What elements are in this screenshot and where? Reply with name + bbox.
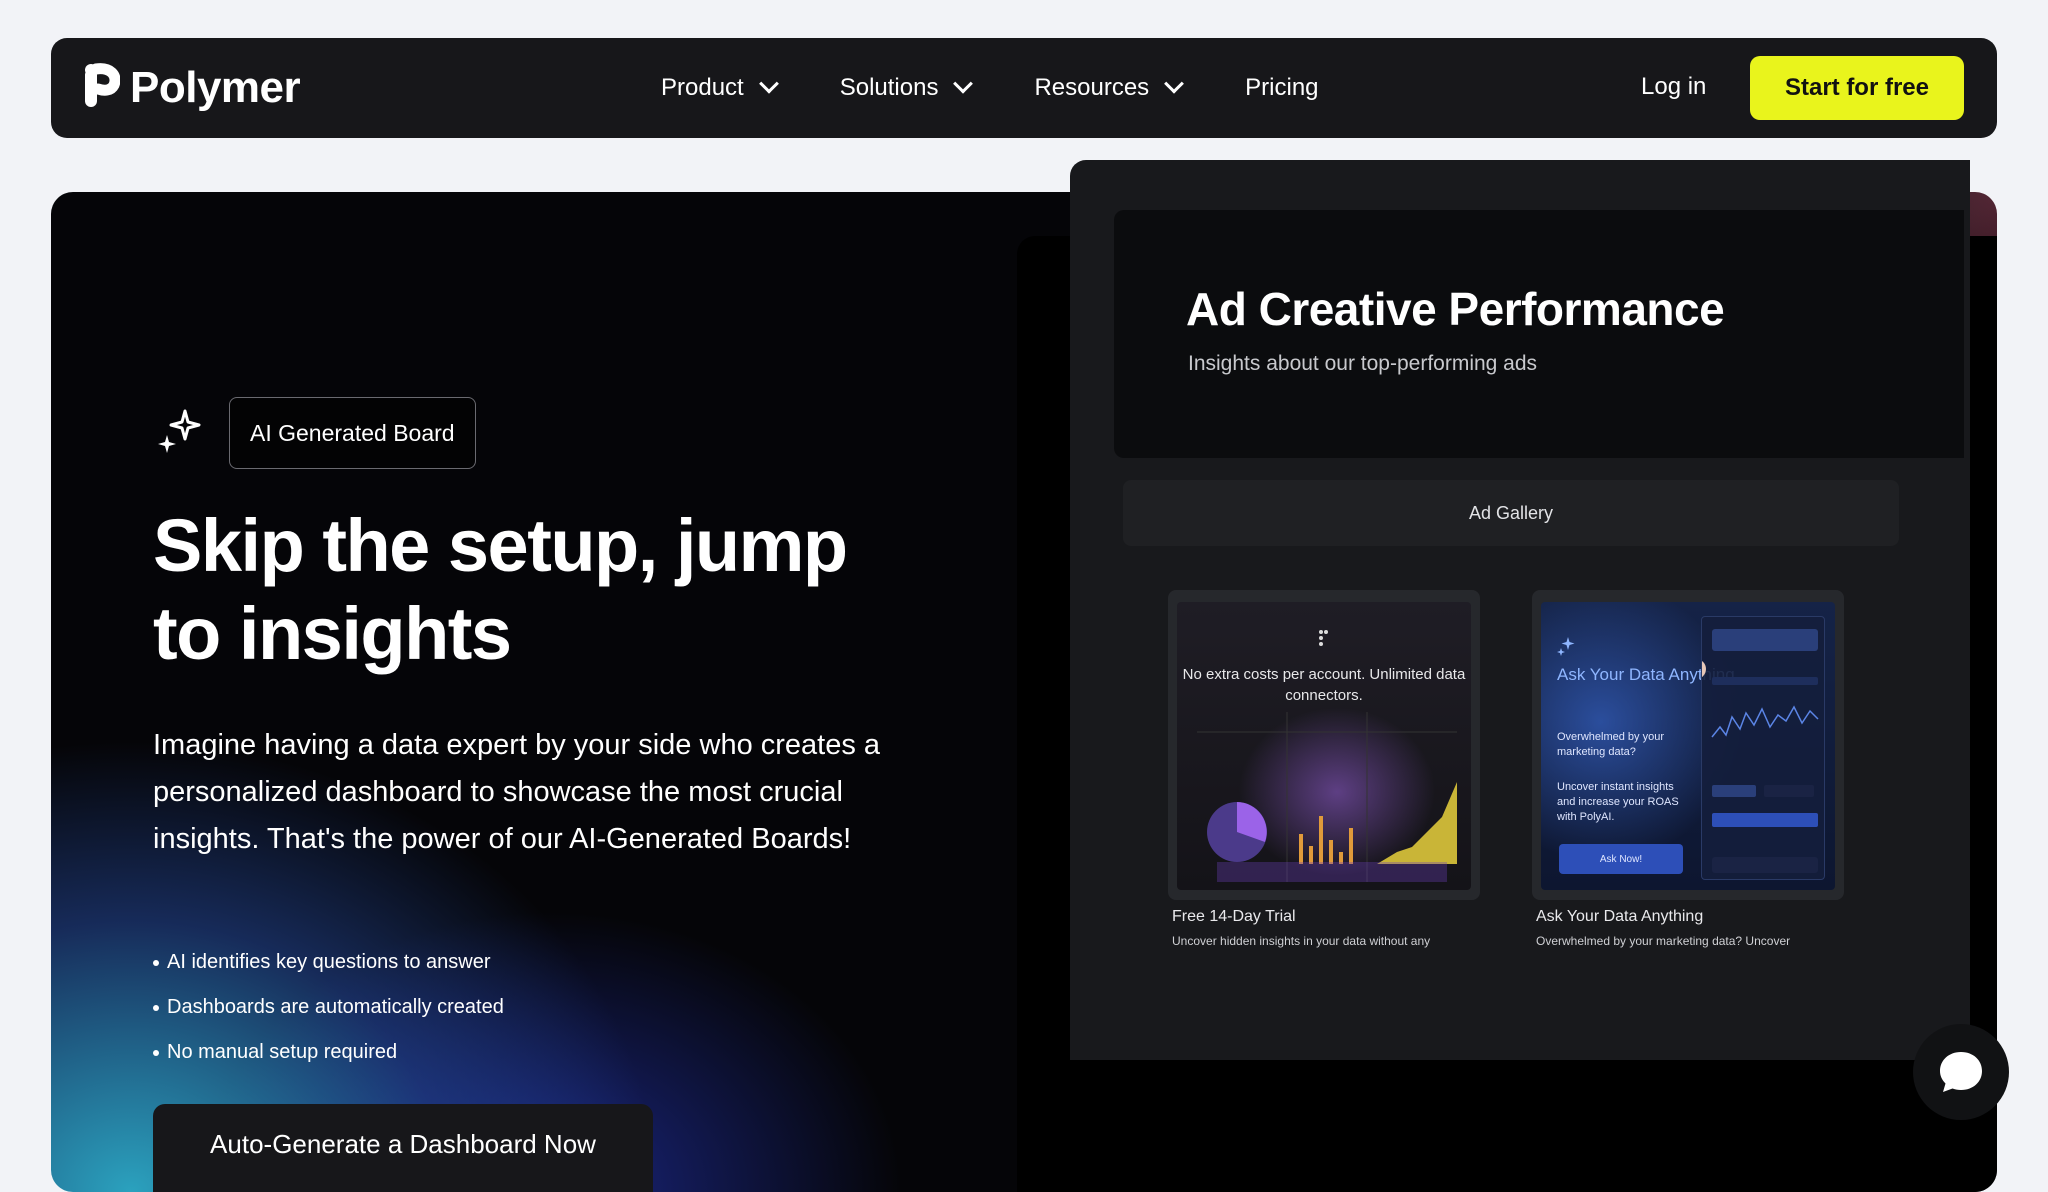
badge-row: AI Generated Board: [153, 397, 476, 469]
ad-image-subtext: Overwhelmed by your marketing data?: [1557, 731, 1664, 758]
top-navbar: Polymer Product Solutions Resources Pric…: [51, 38, 1997, 138]
hero-headline: Skip the setup, jump to insights: [153, 504, 848, 675]
nav-resources[interactable]: Resources: [1034, 73, 1185, 102]
ad-gallery-label: Ad Gallery: [1468, 502, 1554, 523]
ad-description: Uncover hidden insights in your data wit…: [1172, 934, 1431, 948]
ad-image-chat-panel: [1686, 616, 1825, 880]
ad-image-button: Ask Now!: [1559, 844, 1683, 874]
list-item: No manual setup required: [153, 1030, 504, 1075]
chevron-down-icon: [758, 73, 779, 94]
list-item: AI identifies key questions to answer: [153, 940, 504, 985]
sparkle-icon: [1557, 637, 1575, 656]
ad-description: Overwhelmed by your marketing data? Unco…: [1536, 934, 1791, 948]
chat-bubble-icon: [1940, 1052, 1982, 1092]
ad-caption: Free 14-Day Trial: [1172, 908, 1296, 925]
nav-pricing-label: Pricing: [1245, 74, 1319, 101]
list-item: Dashboards are automatically created: [153, 985, 504, 1030]
brand-name: Polymer: [130, 63, 301, 112]
polymer-logo-icon: [85, 63, 120, 107]
feature-list: AI identifies key questions to answer Da…: [153, 940, 504, 1075]
nav-product[interactable]: Product: [661, 73, 779, 102]
hero-description: Imagine having a data expert by your sid…: [153, 729, 881, 855]
ad-card-trial[interactable]: No extra costs per account. Unlimited da…: [1168, 590, 1480, 948]
ai-generated-badge: AI Generated Board: [229, 397, 476, 469]
chat-widget-button[interactable]: [1913, 1024, 2009, 1120]
ad-image-subtext: Uncover instant insights and increase yo…: [1557, 781, 1679, 823]
nav-solutions-label: Solutions: [839, 74, 939, 101]
chevron-down-icon: [953, 73, 974, 94]
nav-solutions[interactable]: Solutions: [839, 73, 974, 102]
brand-logo[interactable]: Polymer: [84, 63, 301, 113]
ad-image-ask-data: Ask Your Data Anything Overwhelmed by yo…: [1541, 602, 1835, 890]
polymer-logo-icon: [1197, 630, 1457, 882]
auto-generate-dashboard-button[interactable]: Auto-Generate a Dashboard Now: [153, 1104, 653, 1192]
login-link[interactable]: Log in: [1641, 73, 1706, 101]
ad-card-ask-data[interactable]: Ask Your Data Anything Overwhelmed by yo…: [1532, 590, 1844, 948]
nav-product-label: Product: [661, 74, 744, 101]
ad-gallery-header: Ad Gallery: [1123, 480, 1899, 546]
main-nav: Product Solutions Resources Pricing: [661, 38, 1319, 138]
nav-resources-label: Resources: [1034, 74, 1150, 101]
board-title: Ad Creative Performance: [1186, 283, 1725, 335]
start-free-button[interactable]: Start for free: [1750, 56, 1964, 120]
ad-image-trial: No extra costs per account. Unlimited da…: [1177, 602, 1471, 890]
board-subtitle: Insights about our top-performing ads: [1188, 352, 1538, 375]
ad-caption: Ask Your Data Anything: [1536, 908, 1704, 925]
sparkle-icon: [158, 409, 201, 453]
ad-image-text: No extra costs per account. Unlimited da…: [1182, 666, 1466, 704]
line-chart-icon: [1686, 629, 1819, 873]
chevron-down-icon: [1164, 73, 1185, 94]
nav-pricing[interactable]: Pricing: [1245, 74, 1318, 102]
